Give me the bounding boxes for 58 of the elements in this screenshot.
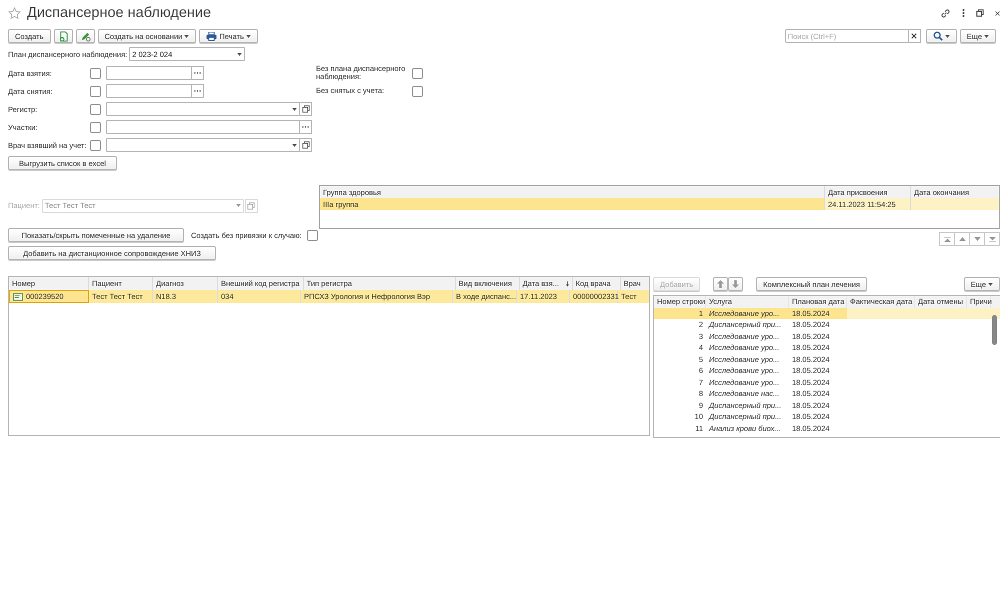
select-field[interactable]: [106, 102, 300, 116]
date-field[interactable]: [106, 66, 192, 80]
caret-icon: [984, 34, 989, 38]
checkbox[interactable]: [90, 68, 101, 78]
move-down-button[interactable]: [969, 232, 985, 246]
text-field[interactable]: [106, 120, 300, 134]
checkbox[interactable]: [412, 86, 423, 96]
arrow-up-icon: [717, 280, 724, 288]
star-icon[interactable]: [8, 6, 21, 20]
search-button[interactable]: [926, 29, 957, 43]
window-icon: [302, 141, 310, 149]
restore-icon[interactable]: [976, 9, 984, 17]
window-title: Диспансерное наблюдение: [27, 5, 212, 21]
printer-icon: [206, 32, 218, 40]
arrow-down-icon: [732, 280, 740, 288]
window-icon: [302, 105, 310, 113]
caret-icon: [184, 34, 190, 38]
sort-icon: [566, 280, 569, 286]
caret-icon: [292, 108, 297, 110]
edit-button[interactable]: [76, 29, 95, 43]
caret-icon: [944, 34, 950, 38]
arrow-top-icon: [944, 236, 950, 242]
date-field[interactable]: [106, 84, 192, 98]
open-button[interactable]: [299, 102, 312, 116]
caret-icon: [988, 282, 993, 286]
arrow-up-icon: [958, 237, 966, 241]
checkbox[interactable]: [90, 86, 101, 96]
checkbox[interactable]: [90, 122, 101, 132]
caret-icon: [237, 52, 242, 56]
move-first-button[interactable]: [939, 232, 955, 246]
select-field[interactable]: [106, 138, 300, 152]
more-icon[interactable]: [962, 8, 965, 18]
arrow-down-icon: [974, 237, 980, 241]
checkbox[interactable]: [90, 104, 101, 114]
close-icon[interactable]: [995, 8, 1000, 18]
clear-button[interactable]: [908, 29, 921, 43]
copy-button[interactable]: [54, 29, 73, 43]
choose-button[interactable]: [191, 84, 204, 98]
caret-icon: [292, 144, 297, 146]
window-icon: [247, 202, 256, 210]
document-plus-icon: [58, 30, 69, 42]
checkbox[interactable]: [412, 68, 423, 78]
checkbox[interactable]: [90, 140, 101, 150]
choose-button[interactable]: [191, 66, 204, 80]
move-down-button[interactable]: [728, 277, 744, 291]
move-last-button[interactable]: [984, 232, 1000, 246]
pencil-icon: [80, 30, 91, 42]
caret-icon: [236, 204, 241, 207]
open-button[interactable]: [299, 138, 312, 152]
caret-icon: [246, 34, 251, 38]
link-icon[interactable]: [940, 8, 951, 18]
document-icon: [13, 292, 23, 300]
arrow-bottom-icon: [988, 236, 996, 242]
search-icon: [932, 31, 943, 41]
checkbox[interactable]: [306, 230, 318, 240]
move-up-button[interactable]: [954, 232, 970, 246]
move-up-button[interactable]: [713, 277, 728, 291]
close-icon: [911, 33, 918, 39]
